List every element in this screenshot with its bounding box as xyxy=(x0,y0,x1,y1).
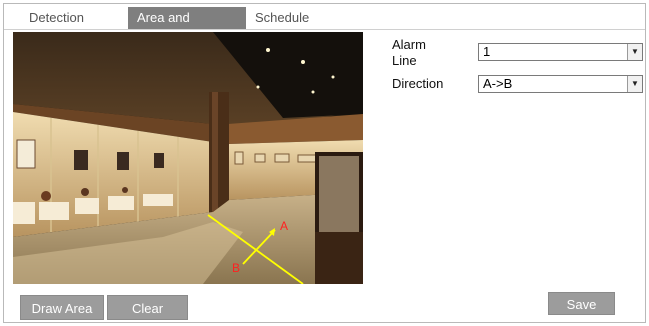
tab-schedule[interactable]: Schedule xyxy=(246,7,318,29)
tab-area-and-sensitivity[interactable]: Area and Sensitivity xyxy=(128,7,246,47)
point-a-label: A xyxy=(280,219,288,233)
direction-select[interactable]: A->B ▼ xyxy=(478,75,643,93)
tab-divider xyxy=(4,29,645,30)
tab-detection-config[interactable]: Detection Config xyxy=(20,7,93,47)
clear-button[interactable]: Clear xyxy=(107,295,188,320)
chevron-down-icon[interactable]: ▼ xyxy=(627,76,642,92)
camera-scene: A B xyxy=(13,32,363,284)
direction-value: A->B xyxy=(483,76,513,91)
alarm-line-value: 1 xyxy=(483,44,491,59)
chevron-down-icon[interactable]: ▼ xyxy=(627,44,642,60)
draw-area-button[interactable]: Draw Area xyxy=(20,295,104,320)
direction-label: Direction xyxy=(392,76,444,91)
alarm-line-select[interactable]: 1 ▼ xyxy=(478,43,643,61)
save-button[interactable]: Save xyxy=(548,292,615,315)
point-b-label: B xyxy=(232,261,240,275)
settings-panel: Detection Config Area and Sensitivity Sc… xyxy=(3,3,646,323)
video-preview[interactable]: A B xyxy=(13,32,363,284)
alarm-line-label: Alarm Line xyxy=(392,37,426,68)
